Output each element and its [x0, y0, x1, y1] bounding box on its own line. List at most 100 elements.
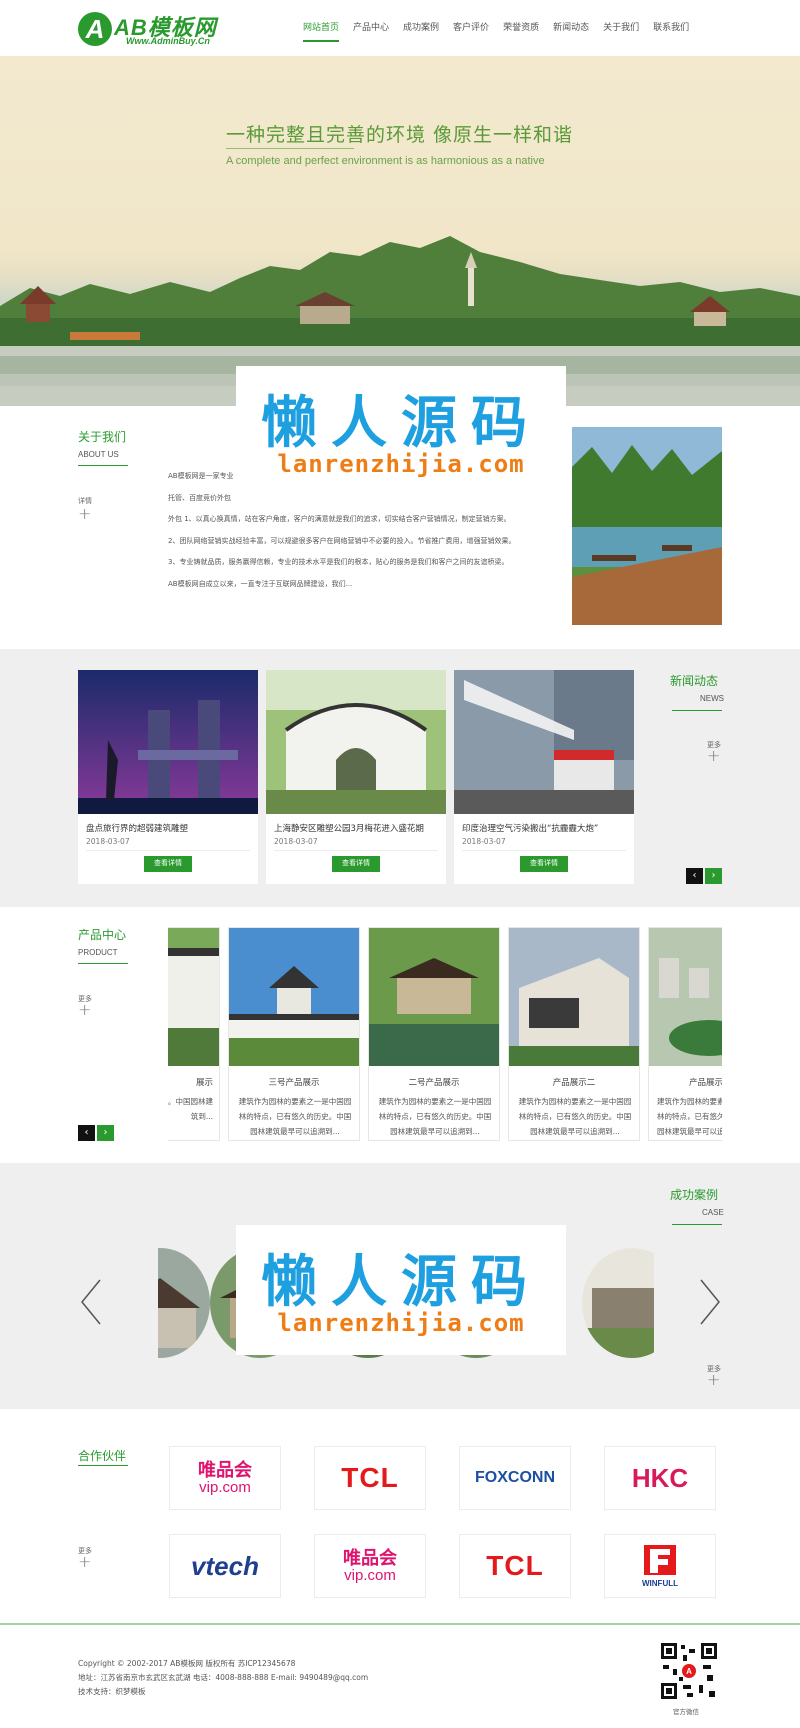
- partner-logo-foxconn[interactable]: FOXCONN: [459, 1446, 571, 1510]
- partner-subname: vip.com: [199, 1478, 251, 1496]
- logo-mark: A: [78, 12, 112, 46]
- svg-text:A: A: [686, 1667, 692, 1676]
- qr-caption: 官方微信: [673, 1708, 699, 1716]
- product-name[interactable]: 产品展示二: [509, 1076, 639, 1088]
- watermark-cn: 懒人源码: [261, 1250, 541, 1315]
- about-paragraph: AB模板网是一家专业: [168, 472, 234, 480]
- product-section-title: 产品中心: [78, 928, 127, 942]
- about-paragraph: 外包 1、以真心换真情，站在客户角度，客户的满意就是我们的追求，切实结合客户营销…: [168, 515, 511, 523]
- plus-icon[interactable]: +: [707, 748, 720, 764]
- news-title[interactable]: 上海静安区雕塑公园3月梅花进入盛花期: [274, 822, 440, 834]
- about-underline: [78, 465, 128, 466]
- divider: [274, 850, 438, 851]
- divider: [462, 850, 626, 851]
- product-desc: 之一是中国园的历史。中国园林建筑到...: [168, 1097, 213, 1121]
- plus-icon[interactable]: +: [707, 1372, 720, 1388]
- chevron-left-icon[interactable]: ‹: [78, 1125, 95, 1141]
- nav-item-about[interactable]: 关于我们: [603, 20, 639, 40]
- product-name[interactable]: 展示: [168, 1076, 219, 1088]
- case-underline: [672, 1224, 722, 1225]
- partner-name: WINFULL: [642, 1578, 678, 1588]
- watermark-overlay: 懒人源码 lanrenzhijia.com: [236, 1225, 566, 1355]
- news-section-title-en: NEWS: [700, 694, 724, 703]
- watermark-cn: 懒人源码: [261, 391, 541, 456]
- partner-logo-vip[interactable]: 唯品会 vip.com: [169, 1446, 281, 1510]
- news-title[interactable]: 印度治理空气污染搬出“抗霾霾大炮”: [462, 822, 628, 834]
- nav-item-reviews[interactable]: 客户评价: [453, 20, 489, 40]
- partner-logo-tcl[interactable]: TCL: [314, 1446, 426, 1510]
- about-paragraph: 2、团队网络营销实战经验丰富，可以规避很多客户在网络营销中不必要的投入。节省推广…: [168, 536, 516, 545]
- news-image: [266, 670, 446, 814]
- plus-icon[interactable]: +: [78, 1554, 91, 1570]
- winfull-mark-icon: [644, 1544, 676, 1575]
- divider: [86, 850, 250, 851]
- product-card[interactable]: 三号产品展示 建筑作为园林的要素之一是中国园林的特点，已有悠久的历史。中国园林建…: [228, 927, 360, 1141]
- nav-item-news[interactable]: 新闻动态: [553, 20, 589, 40]
- view-detail-button[interactable]: 查看详情: [520, 856, 568, 872]
- nav-item-honors[interactable]: 荣誉资质: [503, 20, 539, 40]
- product-underline: [78, 963, 128, 964]
- partner-name: TCL: [486, 1550, 544, 1581]
- partner-section-title: 合作伙伴: [78, 1449, 127, 1463]
- news-title[interactable]: 盘点旅行界的超弱建筑雕塑: [86, 822, 252, 834]
- nav-item-products[interactable]: 产品中心: [353, 20, 389, 40]
- product-name[interactable]: 产品展示: [649, 1076, 722, 1088]
- case-section-title-en: CASE: [702, 1208, 724, 1217]
- nav-item-cases[interactable]: 成功案例: [403, 20, 439, 40]
- chevron-right-icon[interactable]: [697, 1278, 723, 1326]
- news-date: 2018-03-07: [86, 837, 130, 846]
- chevron-right-icon[interactable]: ›: [97, 1125, 114, 1141]
- footer-address: 地址：江苏省南京市玄武区玄武湖 电话：4008-888-888 E-mail: …: [78, 1673, 369, 1682]
- banner-headline: 一种完整且完善的环境 像原生一样和谐: [226, 124, 574, 146]
- product-desc: 建筑作为园林的要素之一是中国园林的特点，已有悠久的历史。中国园林建筑最早可以追溯…: [238, 1097, 352, 1136]
- product-card[interactable]: 产品展示 建筑作为园林的要素之一是中国园林的特点，已有悠久的历史。中国园林建筑最…: [648, 927, 722, 1141]
- view-detail-button[interactable]: 查看详情: [144, 856, 192, 872]
- product-image: [168, 928, 219, 1066]
- partner-logo-hkc[interactable]: HKC: [604, 1446, 716, 1510]
- product-section-title-en: PRODUCT: [78, 948, 118, 957]
- nav-item-home[interactable]: 网站首页: [303, 20, 340, 42]
- product-image: [509, 928, 639, 1066]
- chevron-left-icon[interactable]: ‹: [686, 868, 703, 884]
- product-image: [369, 928, 499, 1066]
- banner-divider: [226, 148, 354, 149]
- news-card[interactable]: 盘点旅行界的超弱建筑雕塑 2018-03-07 查看详情: [78, 670, 258, 884]
- logo-url: Www.AdminBuy.Cn: [126, 36, 210, 46]
- about-text: AB模板网是一家专业 托管、百度竞价外包 外包 1、以真心换真情，站在客户角度，…: [168, 466, 538, 595]
- about-garden-image: [572, 427, 722, 625]
- hero-banner[interactable]: 一种完整且完善的环境 像原生一样和谐 A complete and perfec…: [0, 56, 800, 406]
- banner-subline: A complete and perfect environment is as…: [226, 155, 545, 167]
- partner-logo-vtech[interactable]: vtech: [169, 1534, 281, 1598]
- partner-name: 唯品会: [343, 1547, 397, 1569]
- banner-landscape-image: [0, 236, 800, 406]
- partner-logo-vip[interactable]: 唯品会 vip.com: [314, 1534, 426, 1598]
- product-carousel: 展示 之一是中国园的历史。中国园林建筑到... 三号产品展示 建筑作为园林的要素…: [168, 927, 722, 1143]
- product-name[interactable]: 二号产品展示: [369, 1076, 499, 1088]
- product-card[interactable]: 产品展示二 建筑作为园林的要素之一是中国园林的特点，已有悠久的历史。中国园林建筑…: [508, 927, 640, 1141]
- chevron-left-icon[interactable]: [78, 1278, 104, 1326]
- news-card[interactable]: 印度治理空气污染搬出“抗霾霾大炮” 2018-03-07 查看详情: [454, 670, 634, 884]
- nav-item-contact[interactable]: 联系我们: [653, 20, 689, 40]
- partner-name: vtech: [191, 1550, 259, 1581]
- product-desc: 建筑作为园林的要素之一是中国园林的特点，已有悠久的历史。中国园林建筑最早可以追溯…: [657, 1097, 722, 1136]
- plus-icon[interactable]: +: [78, 506, 91, 522]
- chevron-right-icon[interactable]: ›: [705, 868, 722, 884]
- partner-logo-winfull[interactable]: WINFULL: [604, 1534, 716, 1598]
- product-card[interactable]: 二号产品展示 建筑作为园林的要素之一是中国园林的特点，已有悠久的历史。中国园林建…: [368, 927, 500, 1141]
- news-card[interactable]: 上海静安区雕塑公园3月梅花进入盛花期 2018-03-07 查看详情: [266, 670, 446, 884]
- case-image[interactable]: [582, 1248, 654, 1358]
- footer-support[interactable]: 技术支持：织梦模板: [78, 1686, 146, 1697]
- plus-icon[interactable]: +: [78, 1002, 91, 1018]
- product-image: [229, 928, 359, 1066]
- site-header: A AB模板网 Www.AdminBuy.Cn 网站首页 产品中心 成功案例 客…: [0, 0, 800, 56]
- partner-underline: [78, 1465, 128, 1466]
- product-name[interactable]: 三号产品展示: [229, 1076, 359, 1088]
- about-paragraph: AB模板网自成立以来，一直专注于互联网品牌建设，我们...: [168, 579, 353, 588]
- partner-name: HKC: [631, 1462, 689, 1493]
- case-section-title: 成功案例: [670, 1188, 719, 1202]
- product-card[interactable]: 展示 之一是中国园的历史。中国园林建筑到...: [168, 927, 220, 1141]
- partner-logo-tcl[interactable]: TCL: [459, 1534, 571, 1598]
- view-detail-button[interactable]: 查看详情: [332, 856, 380, 872]
- case-image[interactable]: [158, 1248, 210, 1358]
- site-logo[interactable]: A AB模板网 Www.AdminBuy.Cn: [78, 10, 228, 48]
